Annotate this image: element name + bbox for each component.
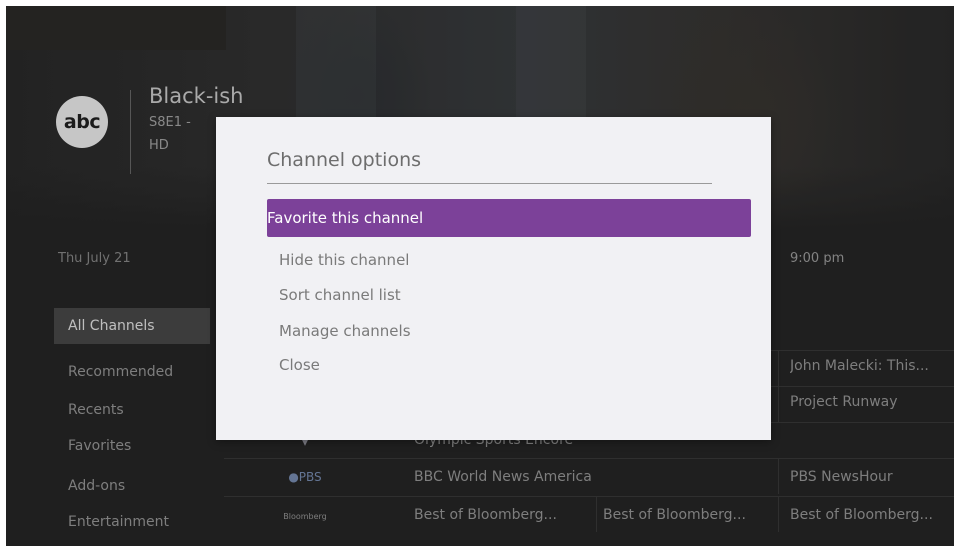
dialog-divider	[267, 183, 712, 184]
channel-options-dialog: Channel options Favorite this channel Hi…	[216, 117, 771, 440]
manage-channels-option[interactable]: Manage channels	[267, 312, 751, 350]
sort-channel-list-option[interactable]: Sort channel list	[267, 276, 751, 314]
dialog-title: Channel options	[267, 149, 422, 171]
favorite-channel-option[interactable]: Favorite this channel	[267, 199, 751, 237]
tv-screen: abc Black-ish S8E1 - HD Thu July 21 9:00…	[6, 6, 954, 546]
close-option[interactable]: Close	[267, 346, 751, 384]
hide-channel-option[interactable]: Hide this channel	[267, 241, 751, 279]
tv-frame: abc Black-ish S8E1 - HD Thu July 21 9:00…	[0, 0, 960, 548]
